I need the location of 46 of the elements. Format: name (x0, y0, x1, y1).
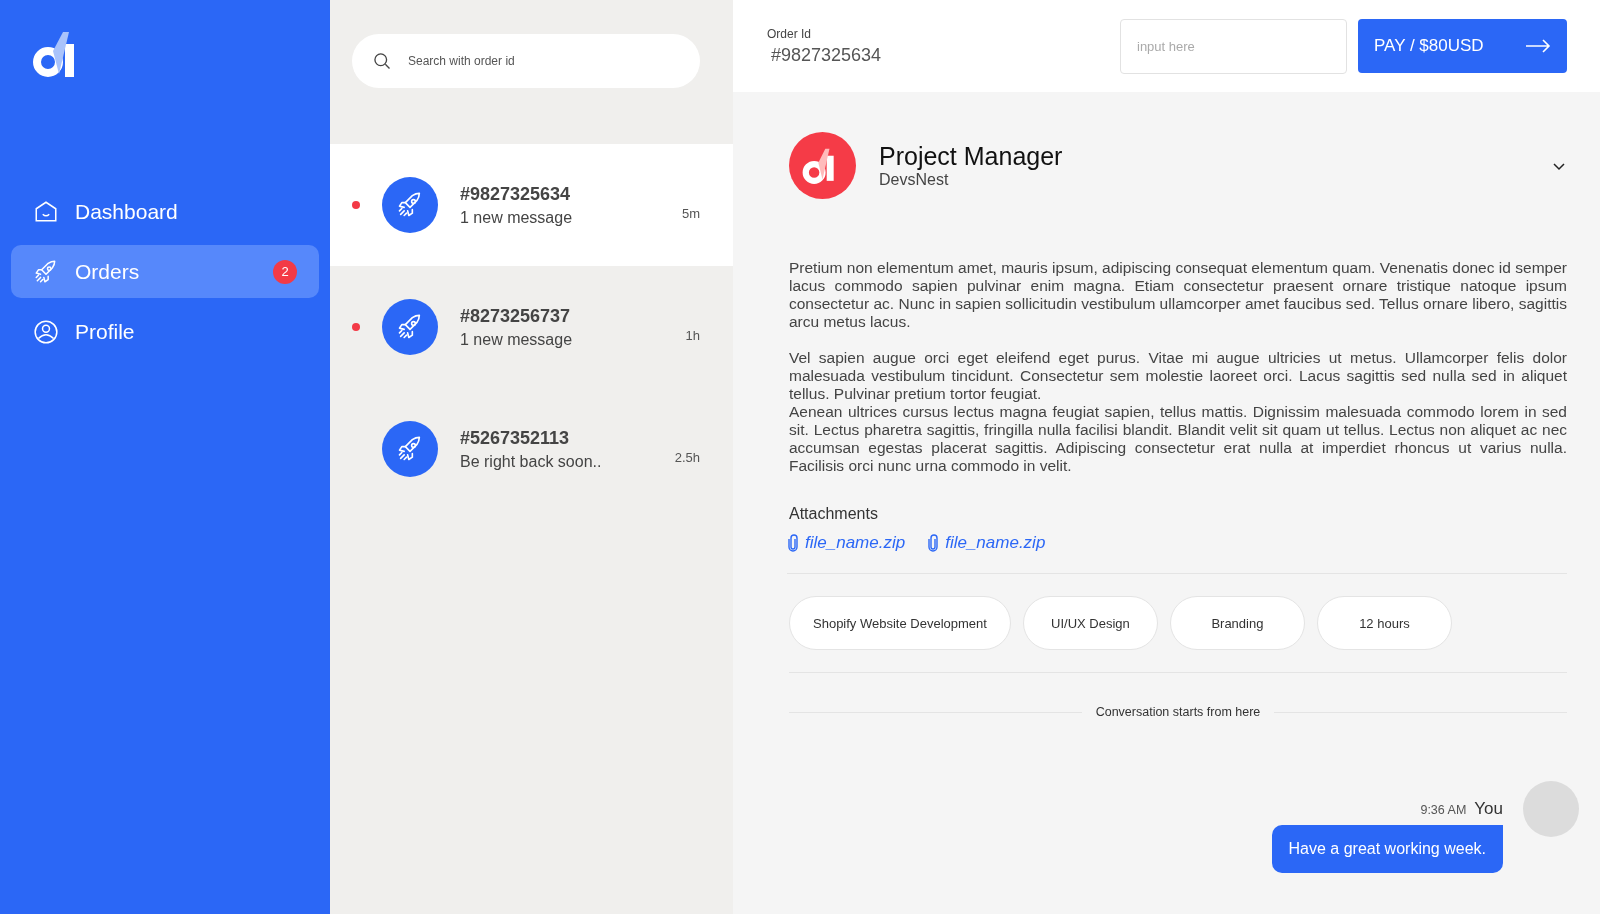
message-bubble: Have a great working week. (1271, 825, 1503, 873)
order-id-label: Order Id (767, 26, 812, 41)
search-icon (372, 51, 392, 71)
nav-label: Profile (75, 319, 136, 344)
nav-item[interactable]: Orders 2 (11, 245, 319, 298)
order-time: 1h (685, 327, 700, 343)
order-item[interactable]: #5267352113 Be right back soon.. 2.5h (330, 388, 733, 510)
order-id: #9827325634 (460, 183, 572, 205)
tag-chip: Shopify Website Development (789, 596, 1011, 650)
search-field[interactable]: Search with order id (352, 34, 700, 88)
nav-item[interactable]: Dashboard (11, 185, 319, 238)
tag-chip: Branding (1169, 596, 1305, 650)
message-time: 9:36 AM (1420, 803, 1467, 817)
paperclip-icon (787, 534, 799, 552)
nav-label: Orders (75, 259, 141, 284)
input-field[interactable]: input here (1120, 18, 1347, 74)
file-link[interactable]: file_name.zip (787, 533, 906, 553)
paperclip-icon (927, 534, 940, 552)
description-text: Vel sapien augue orci eget eleifend eget purus. Vitae mi augue ultricies ut metus. Ullamcorper felis dolor malesuada vestibulum tincidunt. Consectetur sem molestie laoreet orci. Lacus sagittis sed nulla sed in aliquet tellus. Pulvinar pretium tortor feugiat. Aenean ultrices cursus lectus magna feugiat sapien, tellus mattis. Dignissim malesuada commodo lorem in sed sit. Lectus pharetra sagittis, fringilla nulla facilisi blandit. Blandit velit sit quam ut tellus. Lectus non aliquet ac nec accumsan egestas placerat sagittis. Adipiscing consectetur erat nulla at imperdiet rhoncus ut varius nulla. Facilisis orci nunc urna commodo in velit. (789, 349, 1567, 475)
order-id-value: #9827325634 (771, 44, 883, 66)
nav-label: Dashboard (75, 199, 179, 224)
order-item[interactable]: #9827325634 1 new message 5m (330, 144, 733, 266)
message-preview: 1 new message (460, 330, 574, 349)
tag-chip: 12 hours (1316, 596, 1452, 650)
contact-title: Project Manager (879, 142, 1064, 171)
sender-name: You (1474, 799, 1503, 819)
message-preview: 1 new message (460, 208, 574, 227)
order-time: 2.5h (674, 449, 700, 465)
order-id: #8273256737 (460, 305, 572, 327)
order-time: 5m (681, 205, 700, 221)
order-id: #5267352113 (460, 427, 571, 449)
file-link[interactable]: file_name.zip (927, 533, 1046, 553)
pay-button[interactable]: PAY / $80USD (1358, 19, 1567, 73)
conversation-divider-text: Conversation starts from here (1095, 705, 1261, 719)
tag-chip: UI/UX Design (1022, 596, 1158, 650)
description-text: Pretium non elementum amet, mauris ipsum, adipiscing consequat elementum quam. Venenatis donec id semper lacus commodo sapien pulvinar enim magna. Etiam consectetur praesent ornare tristique natoque ipsum consectetur ac. Nunc in sapien sollicitudin vestibulum ullamcorper amet faucibus sed. Tellus ornare libero, sagittis arcu metus lacus. (789, 259, 1567, 331)
attachments-title: Attachments (789, 505, 879, 523)
count-badge: 2 (273, 259, 297, 284)
message-preview: Be right back soon.. (460, 452, 603, 471)
avatar-placeholder (1523, 781, 1579, 837)
user-icon (33, 318, 59, 345)
company-name: DevsNest (879, 171, 950, 189)
nav-item[interactable]: Profile (11, 305, 319, 358)
order-item[interactable]: #8273256737 1 new message 1h (330, 266, 733, 388)
company-logo-icon (789, 132, 856, 199)
arrow-right-icon (1525, 39, 1551, 53)
